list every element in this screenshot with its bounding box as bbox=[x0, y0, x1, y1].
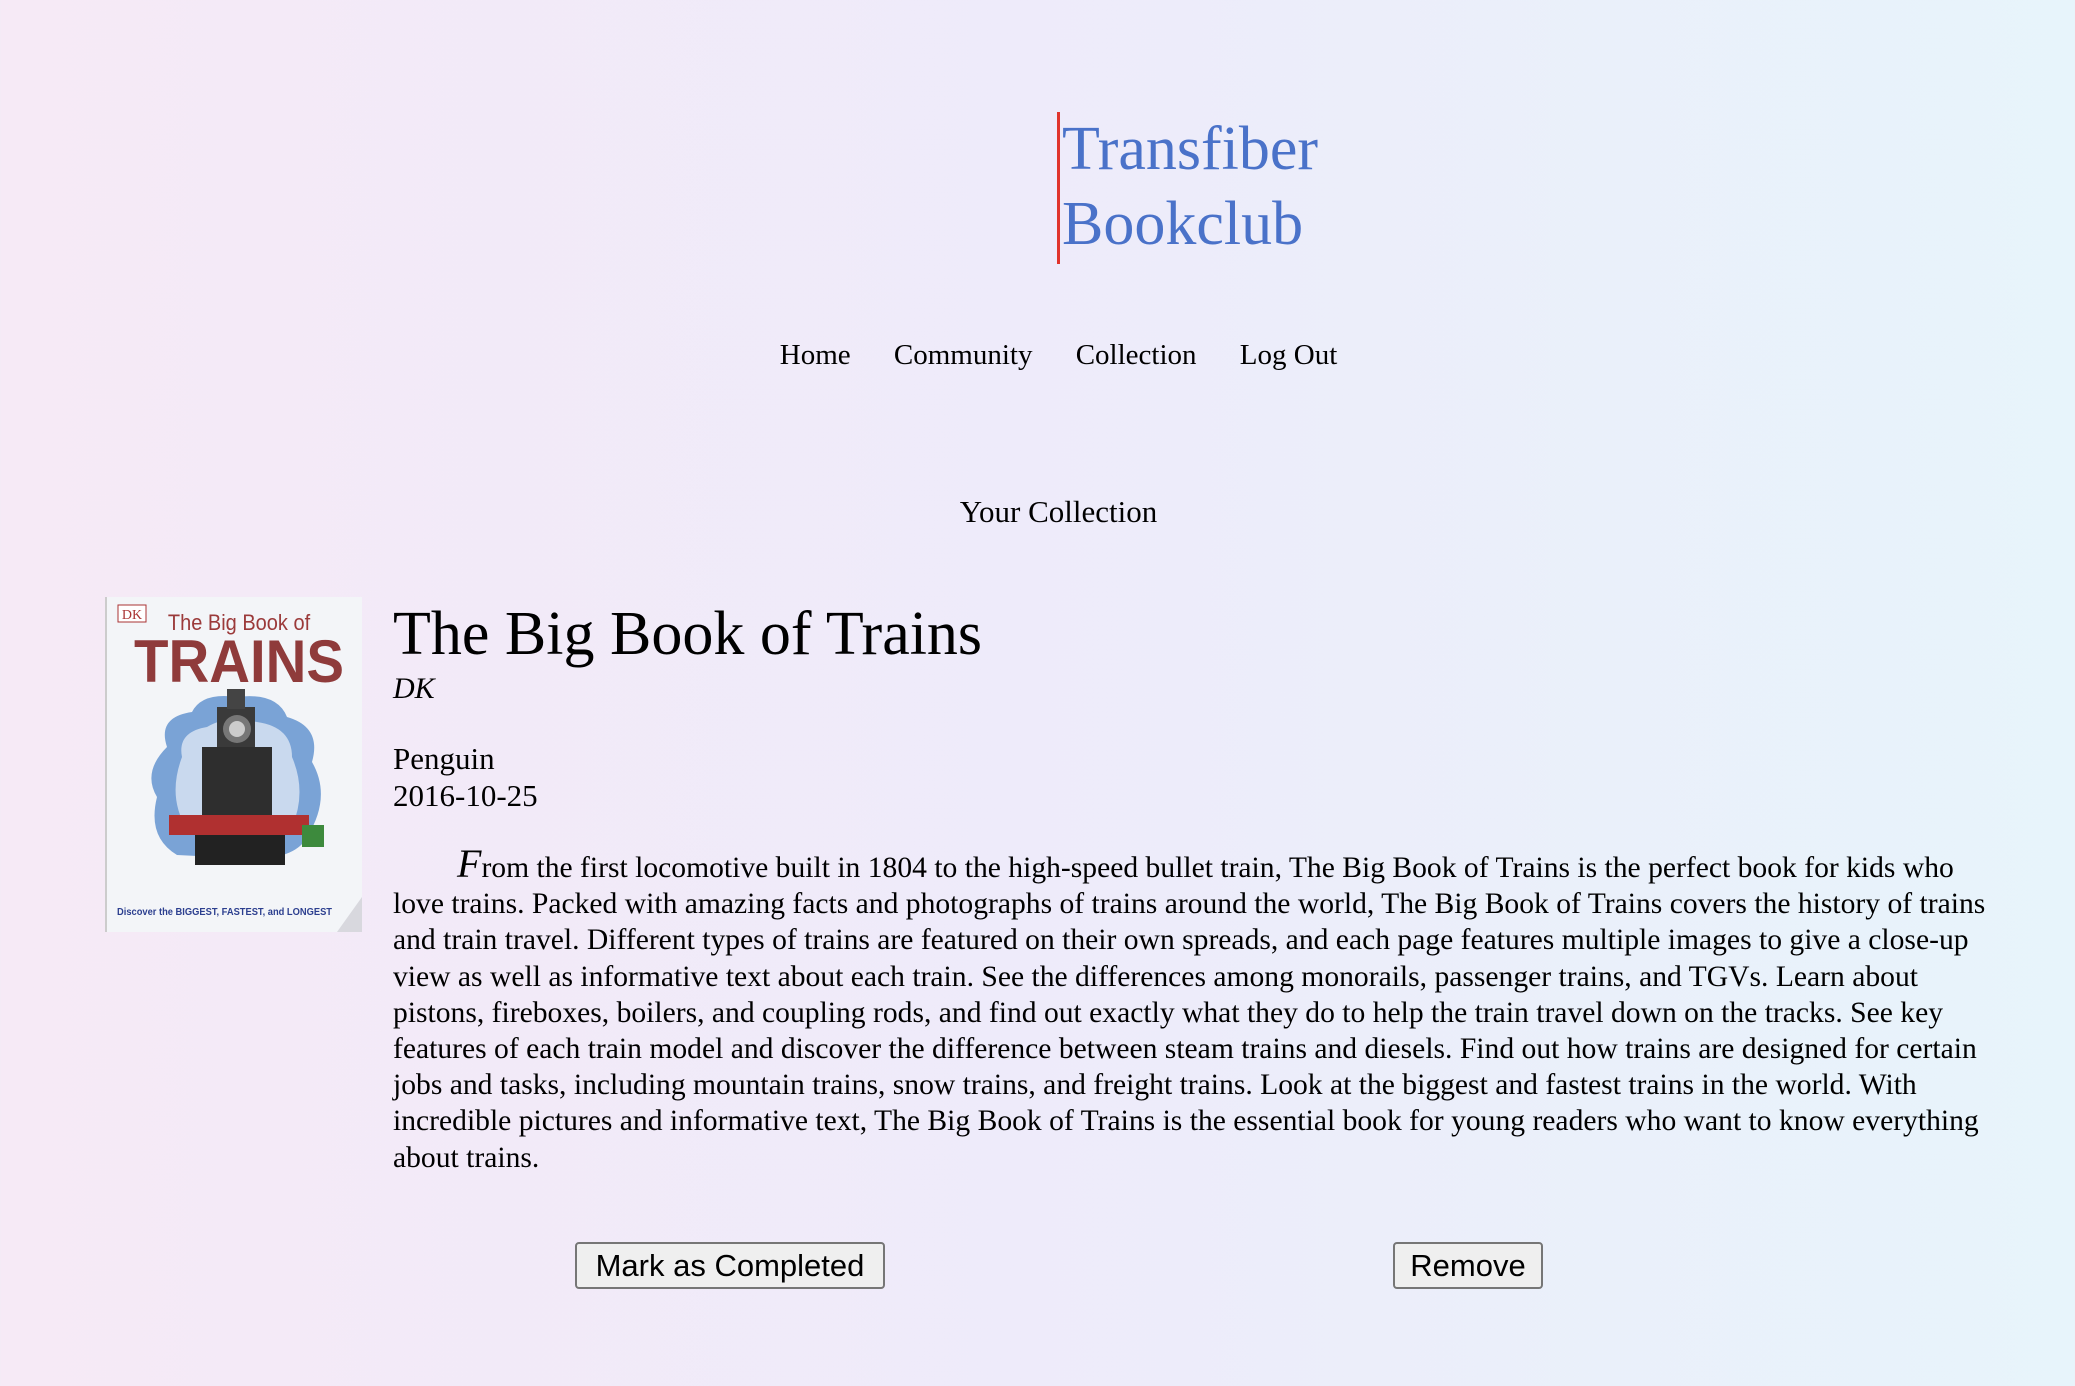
logo-line-2: Bookclub bbox=[1062, 190, 1304, 258]
mark-completed-button[interactable]: Mark as Completed bbox=[575, 1242, 885, 1289]
cover-tagline: Discover the BIGGEST, FASTEST, and LONGE… bbox=[117, 907, 332, 918]
page-heading: Your Collection bbox=[959, 494, 1158, 529]
remove-button[interactable]: Remove bbox=[1393, 1242, 1543, 1289]
nav-collection[interactable]: Collection bbox=[1076, 339, 1197, 372]
cover-publisher-mark: DK bbox=[122, 608, 142, 623]
book-date: 2016-10-25 bbox=[393, 778, 538, 813]
main-nav: Home Community Collection Log Out bbox=[0, 339, 2075, 372]
nav-community[interactable]: Community bbox=[894, 339, 1033, 372]
book-description: From the first locomotive built in 1804 … bbox=[393, 841, 1986, 1174]
book-publisher: Penguin bbox=[393, 741, 495, 776]
nav-home[interactable]: Home bbox=[780, 339, 851, 372]
book-title: The Big Book of Trains bbox=[393, 600, 983, 668]
site-logo: Transfiber Bookclub bbox=[1057, 112, 1318, 264]
nav-log-out[interactable]: Log Out bbox=[1240, 339, 1337, 372]
book-meta: Penguin 2016-10-25 bbox=[393, 740, 538, 814]
book-cover-image: DK The Big Book of TRAINS Discover the B… bbox=[105, 597, 362, 932]
cover-title-large: TRAINS bbox=[134, 628, 344, 695]
book-author: DK bbox=[393, 672, 435, 705]
logo-line-1: Transfiber bbox=[1062, 115, 1319, 183]
